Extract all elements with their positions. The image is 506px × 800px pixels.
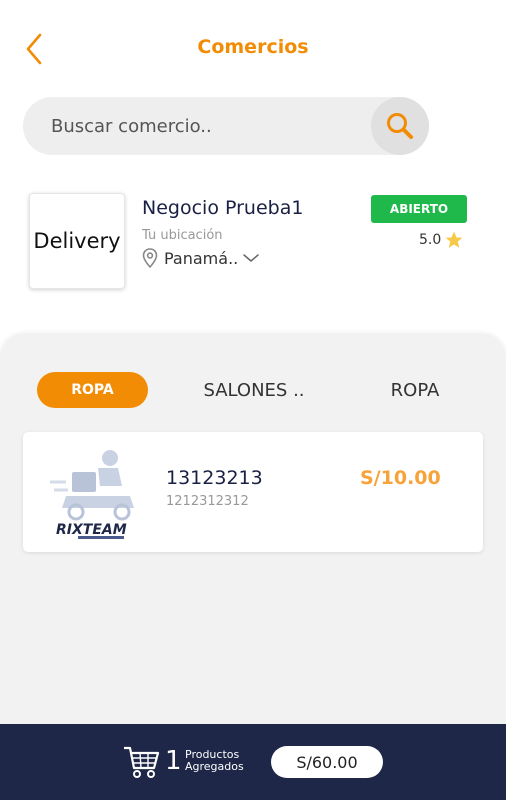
location-selector[interactable]: Panamá.. — [142, 248, 260, 268]
cart-icon — [124, 746, 160, 778]
location-label: Tu ubicación — [142, 228, 223, 243]
store-rating: 5.0 — [419, 230, 464, 250]
cart-footer[interactable]: 1 Productos Agregados S/60.00 — [0, 724, 506, 800]
product-image: RIXTEAM — [50, 450, 134, 539]
cart-count: 1 — [165, 746, 182, 776]
search-icon — [387, 113, 413, 139]
product-logo-text: RIXTEAM — [56, 522, 127, 538]
search-input[interactable] — [51, 97, 371, 155]
location-pin-icon — [142, 248, 158, 268]
status-badge: ABIERTO — [371, 195, 467, 223]
star-icon — [445, 231, 463, 248]
product-code: 1212312312 — [166, 494, 249, 509]
cart-label: Productos Agregados — [185, 749, 244, 773]
product-card[interactable]: RIXTEAM 13123213 1212312312 S/10.00 — [23, 432, 483, 552]
tab-ropa[interactable]: ROPA — [37, 372, 148, 408]
store-logo: Delivery — [29, 193, 125, 289]
tab-ropa-2[interactable]: ROPA — [375, 372, 455, 408]
app-header: Comercios — [0, 0, 506, 96]
cart-total-button[interactable]: S/60.00 — [271, 746, 383, 778]
location-value: Panamá.. — [164, 248, 239, 268]
search-bar — [23, 97, 429, 155]
product-name: 13123213 — [166, 467, 263, 489]
cart-label-line2: Agregados — [185, 760, 244, 773]
search-button[interactable] — [371, 97, 429, 155]
store-name: Negocio Prueba1 — [142, 197, 304, 219]
tab-salones[interactable]: SALONES .. — [190, 372, 318, 408]
product-price: S/10.00 — [360, 467, 441, 489]
category-panel: ROPA SALONES .. ROPA RIXTEAM 13123213 12… — [0, 335, 506, 735]
page-title: Comercios — [197, 36, 309, 58]
chevron-down-icon — [243, 254, 259, 262]
rating-value: 5.0 — [419, 232, 442, 248]
